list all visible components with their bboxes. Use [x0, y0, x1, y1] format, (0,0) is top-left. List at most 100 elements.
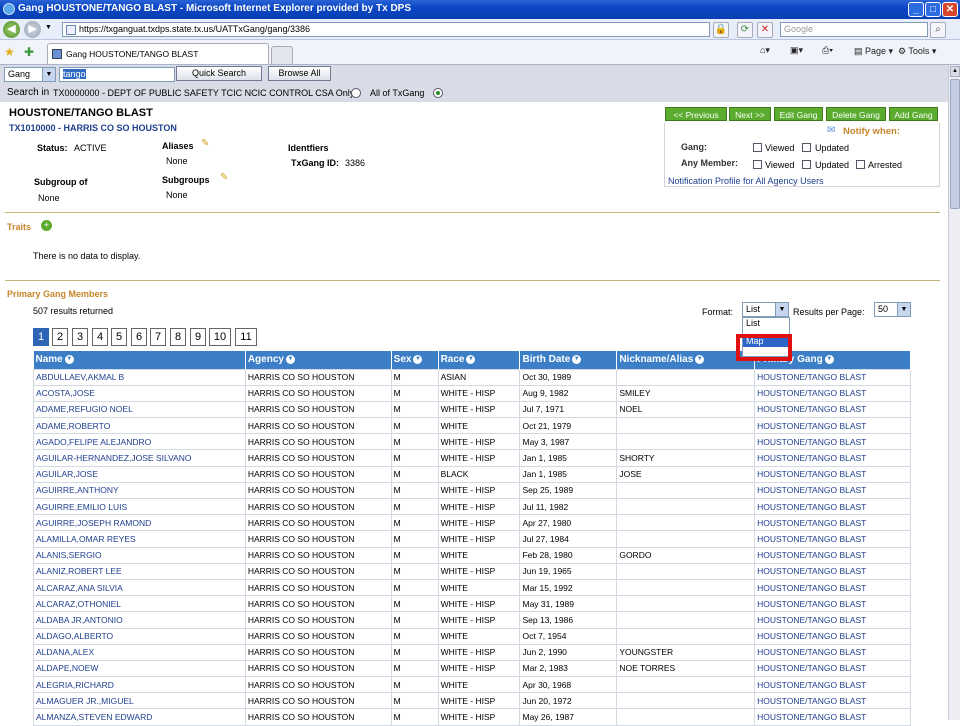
member-name-link[interactable]: AGUILAR,JOSE	[33, 465, 246, 483]
member-name-link[interactable]: ALMAGUER JR.,MIGUEL	[33, 692, 246, 710]
home-icon[interactable]: ⌂▾	[760, 45, 770, 56]
table-row[interactable]: AGUIRRE,EMILIO LUIS HARRIS CO SO HOUSTON M…	[33, 497, 911, 516]
table-row[interactable]: ALANIS,SERGIO HARRIS CO SO HOUSTON M WHITE F…	[33, 546, 911, 564]
member-name-link[interactable]: ALAMILLA,OMAR REYES	[33, 530, 246, 548]
primary-gang-link[interactable]: HOUSTONE/TANGO BLAST	[754, 546, 911, 564]
all-txgang-radio[interactable]	[433, 88, 443, 98]
primary-gang-link[interactable]: HOUSTONE/TANGO BLAST	[754, 627, 911, 645]
table-row[interactable]: ALCARAZ,OTHONIEL HARRIS CO SO HOUSTON M WHI…	[33, 595, 911, 613]
table-row[interactable]: AGUILAR,JOSE HARRIS CO SO HOUSTON M BLACK Ja…	[33, 465, 911, 483]
lock-icon[interactable]: 🔒	[713, 22, 729, 38]
notification-profile-link[interactable]: Notification Profile for All Agency User…	[668, 176, 824, 186]
vertical-scrollbar[interactable]: ▲	[948, 65, 960, 720]
member-name-link[interactable]: ACOSTA,JOSE	[33, 384, 246, 402]
table-row[interactable]: ABDULLAEV,AKMAL B HARRIS CO SO HOUSTON M AS…	[33, 368, 911, 386]
member-name-link[interactable]: ADAME,ROBERTO	[33, 417, 246, 435]
member-name-link[interactable]: AGADO,FELIPE ALEJANDRO	[33, 433, 246, 451]
primary-gang-link[interactable]: HOUSTONE/TANGO BLAST	[754, 578, 911, 597]
address-input[interactable]: https://txganguat.txdps.state.tx.us/UATT…	[62, 22, 710, 37]
history-dropdown-icon[interactable]: ▼	[45, 24, 52, 31]
member-name-link[interactable]: ALCARAZ,ANA SILVIA	[33, 578, 246, 597]
new-tab-button[interactable]	[271, 46, 293, 64]
forward-icon[interactable]: ▶	[24, 21, 41, 38]
results-per-page-select[interactable]: 50 ▼	[874, 302, 911, 317]
primary-gang-link[interactable]: HOUSTONE/TANGO BLAST	[754, 400, 911, 419]
member-name-link[interactable]: AGUIRRE,EMILIO LUIS	[33, 497, 246, 516]
page-link-4[interactable]: 4	[92, 328, 108, 346]
scroll-thumb[interactable]	[950, 79, 960, 209]
primary-gang-link[interactable]: HOUSTONE/TANGO BLAST	[754, 465, 911, 483]
page-link-5[interactable]: 5	[111, 328, 127, 346]
page-link-8[interactable]: 8	[170, 328, 186, 346]
page-menu[interactable]: ▤ Page ▾	[854, 46, 893, 57]
agency-only-radio[interactable]	[351, 88, 361, 98]
sort-icon[interactable]: ▼	[285, 355, 295, 365]
table-row[interactable]: AGUIRRE,JOSEPH RAMOND HARRIS CO SO HOUSTO…	[33, 514, 911, 532]
primary-gang-link[interactable]: HOUSTONE/TANGO BLAST	[754, 595, 911, 613]
column-header-name[interactable]: Name ▼	[33, 351, 246, 369]
print-icon[interactable]: ⎙▾	[822, 45, 833, 56]
scroll-up-icon[interactable]: ▲	[950, 66, 960, 77]
table-row[interactable]: ALEGRIA,RICHARD HARRIS CO SO HOUSTON M WHIT…	[33, 676, 911, 694]
previous-button[interactable]: << Previous	[665, 107, 727, 121]
edit-aliases-pencil-icon[interactable]: ✎	[201, 139, 212, 150]
page-link-10[interactable]: 10	[209, 328, 231, 346]
maximize-icon[interactable]: □	[925, 2, 941, 17]
table-row[interactable]: ACOSTA,JOSE HARRIS CO SO HOUSTON M WHITE - …	[33, 384, 911, 402]
edit-subgroups-pencil-icon[interactable]: ✎	[220, 173, 231, 184]
table-row[interactable]: ALMANZA,STEVEN EDWARD HARRIS CO SO HOUSTO…	[33, 708, 911, 726]
sort-icon[interactable]: ▼	[572, 355, 582, 365]
column-header-race[interactable]: Race ▼	[438, 351, 521, 369]
primary-gang-link[interactable]: HOUSTONE/TANGO BLAST	[754, 643, 911, 661]
member-name-link[interactable]: ABDULLAEV,AKMAL B	[33, 368, 246, 386]
delete-gang-button[interactable]: Delete Gang	[826, 107, 886, 121]
tools-menu[interactable]: ⚙ Tools ▾	[898, 46, 936, 57]
format-option-list[interactable]: List	[743, 318, 789, 329]
favorites-star-icon[interactable]: ★	[4, 45, 15, 59]
page-link-1[interactable]: 1	[33, 328, 49, 346]
column-header-sex[interactable]: Sex ▼	[391, 351, 439, 369]
close-icon[interactable]: ✕	[942, 2, 958, 17]
browse-all-button[interactable]: Browse All	[268, 66, 331, 81]
page-link-11[interactable]: 11	[235, 328, 257, 346]
sort-icon[interactable]: ▼	[413, 355, 423, 365]
page-link-6[interactable]: 6	[131, 328, 147, 346]
page-link-7[interactable]: 7	[150, 328, 166, 346]
table-row[interactable]: ALCARAZ,ANA SILVIA HARRIS CO SO HOUSTON M W…	[33, 578, 911, 597]
quick-search-button[interactable]: Quick Search	[176, 66, 262, 81]
member-name-link[interactable]: ALANIZ,ROBERT LEE	[33, 562, 246, 580]
member-name-link[interactable]: AGUILAR-HERNANDEZ,JOSE SILVANO	[33, 449, 246, 467]
table-row[interactable]: ALDAGO,ALBERTO HARRIS CO SO HOUSTON M WHITE…	[33, 627, 911, 645]
member-name-link[interactable]: ADAME,REFUGIO NOEL	[33, 400, 246, 419]
stop-icon[interactable]: ✕	[757, 22, 773, 38]
member-name-link[interactable]: ALDABA JR,ANTONIO	[33, 611, 246, 629]
table-row[interactable]: ALANIZ,ROBERT LEE HARRIS CO SO HOUSTON M WH…	[33, 562, 911, 580]
column-header-agency[interactable]: Agency ▼	[245, 351, 392, 369]
sort-icon[interactable]: ▼	[824, 355, 834, 365]
page-link-9[interactable]: 9	[190, 328, 206, 346]
edit-gang-button[interactable]: Edit Gang	[774, 107, 823, 121]
primary-gang-link[interactable]: HOUSTONE/TANGO BLAST	[754, 676, 911, 694]
primary-gang-link[interactable]: HOUSTONE/TANGO BLAST	[754, 692, 911, 710]
member-viewed-checkbox[interactable]	[753, 160, 762, 169]
add-trait-icon[interactable]: +	[41, 220, 52, 231]
member-name-link[interactable]: ALMANZA,STEVEN EDWARD	[33, 708, 246, 726]
primary-gang-link[interactable]: HOUSTONE/TANGO BLAST	[754, 514, 911, 532]
feeds-icon[interactable]: ▣▾	[790, 45, 803, 56]
member-name-link[interactable]: ALCARAZ,OTHONIEL	[33, 595, 246, 613]
column-header-nickname-alias[interactable]: Nickname/Alias ▼	[616, 351, 756, 369]
refresh-icon[interactable]: ⟳	[737, 22, 753, 38]
member-name-link[interactable]: ALEGRIA,RICHARD	[33, 676, 246, 694]
primary-gang-link[interactable]: HOUSTONE/TANGO BLAST	[754, 659, 911, 678]
format-select[interactable]: List ▼	[742, 302, 789, 317]
search-type-select[interactable]: Gang ▼	[4, 67, 56, 82]
member-name-link[interactable]: ALDANA,ALEX	[33, 643, 246, 661]
gang-viewed-checkbox[interactable]	[753, 143, 762, 152]
minimize-icon[interactable]: _	[908, 2, 924, 17]
next-button[interactable]: Next >>	[729, 107, 771, 121]
table-row[interactable]: ALDANA,ALEX HARRIS CO SO HOUSTON M WHITE - …	[33, 643, 911, 661]
table-row[interactable]: ALDAPE,NOEW HARRIS CO SO HOUSTON M WHITE - …	[33, 659, 911, 678]
table-row[interactable]: AGUILAR-HERNANDEZ,JOSE SILVANO HARRIS CO …	[33, 449, 911, 467]
primary-gang-link[interactable]: HOUSTONE/TANGO BLAST	[754, 368, 911, 386]
search-input[interactable]: Google	[780, 22, 928, 37]
